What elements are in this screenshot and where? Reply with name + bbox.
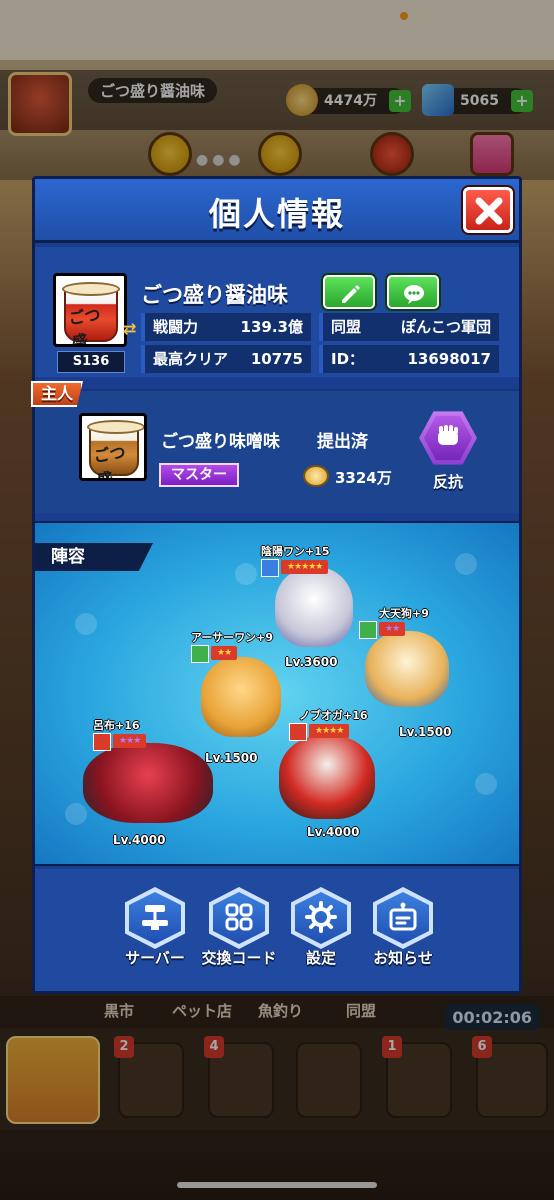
personal-info-dialog: 個人情報 ごつ盛 ⇄ S136 ごつ盛り醤油味 戦闘力 139.3億 同盟 ぽん… <box>31 176 522 994</box>
support-class-icon <box>359 621 377 639</box>
revolt-label: 反抗 <box>432 473 463 491</box>
exchange-code-button[interactable]: 交換コード <box>199 887 279 977</box>
attack-class-icon <box>289 723 307 741</box>
dialog-header: 個人情報 <box>35 179 519 243</box>
pencil-icon <box>342 285 360 303</box>
master-name: ごつ盛り味噌味 <box>161 432 280 452</box>
unit-name: 大天狗+9 <box>379 607 429 620</box>
revolt-button[interactable]: 反抗 <box>415 409 481 495</box>
star-rank: ★★★ <box>113 734 147 748</box>
clear-value: 10775 <box>250 350 303 368</box>
close-icon <box>475 197 503 225</box>
avatar-text: ごつ盛 <box>67 304 102 347</box>
master-gold: 3324万 <box>335 469 392 487</box>
star-rank: ★★★★ <box>309 724 350 738</box>
unit-level: Lv.1500 <box>399 725 452 739</box>
grid-icon <box>225 903 253 931</box>
unit-name: 呂布+16 <box>93 719 140 732</box>
dialog-title: 個人情報 <box>208 195 345 233</box>
cup-noodle-image: ごつ盛 <box>62 282 120 344</box>
cup-noodle-image: ごつ盛 <box>87 420 144 478</box>
notice-icon <box>389 902 417 931</box>
id-value: 13698017 <box>407 350 492 368</box>
unit-name: ノブオガ+16 <box>299 709 368 722</box>
notice-label: お知らせ <box>373 949 433 967</box>
unit-level: Lv.4000 <box>113 833 166 847</box>
unit-level: Lv.4000 <box>307 825 360 839</box>
power-value: 139.3億 <box>240 318 303 336</box>
close-button[interactable] <box>463 187 513 233</box>
server-badge: S136 <box>57 351 125 373</box>
unit-name: 陰陽ワン+15 <box>261 545 330 558</box>
alliance-label: 同盟 <box>331 318 362 336</box>
fist-icon <box>438 425 458 445</box>
power-label: 戦闘力 <box>153 318 199 336</box>
id-stat: ID： 13698017 <box>319 345 499 373</box>
swap-icon: ⇄ <box>123 319 137 338</box>
chat-icon <box>404 285 424 304</box>
formation-tag: 陣容 <box>35 543 153 571</box>
id-label: ID： <box>331 350 365 368</box>
profile-section: ごつ盛 ⇄ S136 ごつ盛り醤油味 戦闘力 139.3億 同盟 ぽんこつ軍団 … <box>35 247 519 377</box>
master-tag: 主人 <box>31 381 83 407</box>
master-role-badge: マスター <box>159 463 239 487</box>
star-rank: ★★ <box>379 622 406 636</box>
profile-avatar[interactable]: ごつ盛 <box>53 273 127 347</box>
gear-icon <box>305 901 337 933</box>
unit-level: Lv.3600 <box>285 655 338 669</box>
master-status: 提出済 <box>317 432 368 452</box>
attack-class-icon <box>93 733 111 751</box>
star-rank: ★★ <box>211 646 238 660</box>
formation-section: 陣容 陰陽ワン+15 ★★★★★ Lv.3600 アーサーワン+9 ★★ Lv.… <box>35 521 519 866</box>
chat-button[interactable] <box>387 275 439 309</box>
unit-name: アーサーワン+9 <box>191 631 273 644</box>
power-stat: 戦闘力 139.3億 <box>141 313 311 341</box>
alliance-value: ぽんこつ軍団 <box>400 318 491 336</box>
archer-class-icon <box>261 559 279 577</box>
master-section: 主人 ごつ盛 ごつ盛り味噌味 提出済 マスター 3324万 反抗 <box>31 381 519 513</box>
settings-button[interactable]: 設定 <box>281 887 361 977</box>
support-class-icon <box>191 645 209 663</box>
alliance-stat: 同盟 ぽんこつ軍団 <box>319 313 499 341</box>
action-bar: サーバー 交換コード 設定 お知らせ <box>35 869 519 991</box>
notice-button[interactable]: お知らせ <box>363 887 443 977</box>
avatar-text: ごつ盛 <box>92 442 127 481</box>
gold-coin-icon <box>303 465 329 487</box>
master-avatar[interactable]: ごつ盛 <box>79 413 147 481</box>
edit-name-button[interactable] <box>323 275 375 309</box>
unit-level: Lv.1500 <box>205 751 258 765</box>
clear-stat: 最高クリア 10775 <box>141 345 311 373</box>
server-button[interactable]: サーバー <box>115 887 195 977</box>
profile-name: ごつ盛り醤油味 <box>141 283 288 307</box>
star-rank: ★★★★★ <box>281 560 329 574</box>
clear-label: 最高クリア <box>153 350 229 368</box>
server-icon <box>142 905 168 930</box>
